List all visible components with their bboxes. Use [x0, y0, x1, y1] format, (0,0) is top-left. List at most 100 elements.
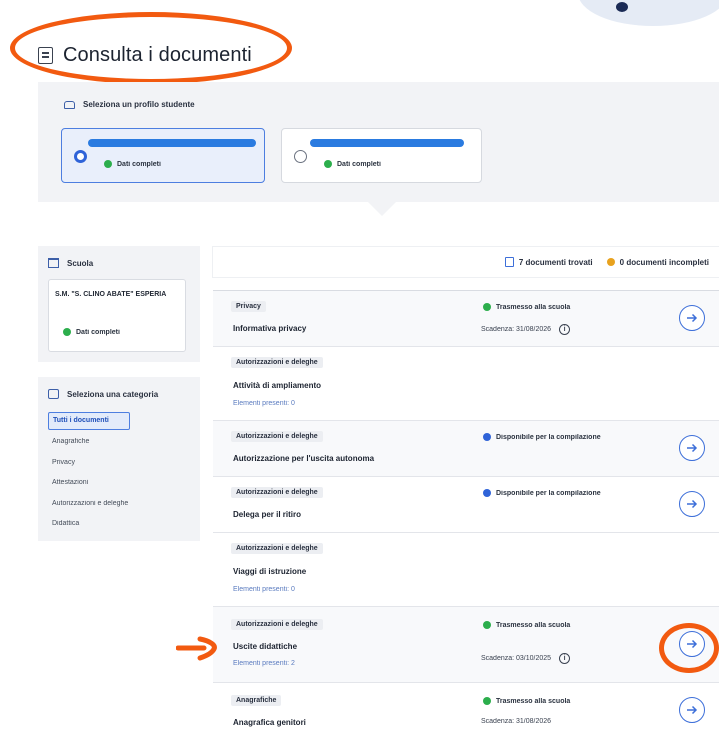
- category-autorizzazioni[interactable]: Autorizzazioni e deleghe: [48, 494, 188, 515]
- document-row: Autorizzazioni e deleghe Uscite didattic…: [213, 606, 719, 682]
- document-title: Autorizzazione per l'uscita autonoma: [233, 454, 375, 463]
- category-list: Tutti i documenti Anagrafiche Privacy At…: [48, 412, 188, 535]
- document-elements-count: Elementi presenti: 0: [233, 586, 295, 593]
- status-available-icon: [483, 489, 491, 497]
- redacted-student-name: [310, 139, 464, 147]
- status-ok-icon: [483, 697, 491, 705]
- document-row: Autorizzazioni e deleghe Attività di amp…: [213, 346, 719, 420]
- document-title: Informativa privacy: [233, 324, 307, 333]
- school-card: S.M. "S. CLINO ABATE" ESPERIA Dati compl…: [48, 279, 186, 352]
- document-category-tag: Autorizzazioni e deleghe: [231, 487, 323, 498]
- arrow-right-icon: [687, 443, 698, 453]
- status-ok-icon: [483, 303, 491, 311]
- arrow-right-icon: [687, 499, 698, 509]
- status-ok-icon: [324, 160, 332, 168]
- document-row: Autorizzazioni e deleghe Autorizzazione …: [213, 420, 719, 476]
- documents-found: 7 documenti trovati: [504, 257, 593, 267]
- top-decoration: [578, 0, 719, 26]
- document-category-tag: Privacy: [231, 301, 266, 312]
- document-status-text: Disponibile per la compilazione: [496, 433, 601, 441]
- document-due-date: Scadenza: 31/08/2026: [481, 718, 551, 725]
- arrow-right-icon: [687, 313, 698, 323]
- student-status: Dati completi: [324, 160, 381, 168]
- arrow-right-icon: [687, 639, 698, 649]
- document-row: Anagrafiche Anagrafica genitori Trasmess…: [213, 682, 719, 735]
- document-icon: [38, 47, 53, 64]
- document-status-text: Trasmesso alla scuola: [496, 303, 571, 311]
- student-status: Dati completi: [104, 160, 161, 168]
- document-row: Autorizzazioni e deleghe Viaggi di istru…: [213, 532, 719, 606]
- document-category-tag: Anagrafiche: [231, 695, 282, 706]
- profile-selector-label: Seleziona un profilo studente: [64, 100, 195, 109]
- category-heading: Seleziona una categoria: [48, 389, 158, 399]
- open-document-button[interactable]: [679, 491, 705, 517]
- document-status: Disponibile per la compilazione: [483, 489, 601, 497]
- status-ok-icon: [63, 328, 71, 336]
- document-title: Delega per il ritiro: [233, 510, 302, 519]
- school-status: Dati completi: [63, 328, 120, 336]
- document-title: Anagrafica genitori: [233, 718, 306, 727]
- documents-summary: 7 documenti trovati 0 documenti incomple…: [213, 247, 719, 277]
- document-due-date: Scadenza: 31/08/2026 i: [481, 324, 571, 335]
- radio-selected[interactable]: [74, 150, 87, 163]
- page-header: Consulta i documenti: [38, 44, 252, 67]
- redacted-student-name: [88, 139, 256, 147]
- document-row: Privacy Informativa privacy Trasmesso al…: [213, 290, 719, 346]
- open-document-button[interactable]: [679, 435, 705, 461]
- due-date-text: Scadenza: 03/10/2025: [481, 655, 552, 662]
- panel-pointer: [368, 202, 396, 216]
- graduation-cap-icon: [64, 100, 75, 109]
- category-anagrafiche[interactable]: Anagrafiche: [48, 432, 188, 453]
- documents-incomplete-text: 0 documenti incompleti: [619, 257, 709, 267]
- info-icon[interactable]: i: [559, 324, 571, 335]
- avatar: [616, 2, 628, 12]
- school-icon: [48, 258, 59, 268]
- document-title: Attività di ampliamento: [233, 381, 322, 390]
- student-profile-card[interactable]: Dati completi: [281, 128, 482, 183]
- info-icon[interactable]: i: [559, 653, 571, 664]
- document-status-text: Disponibile per la compilazione: [496, 489, 601, 497]
- school-heading: Scuola: [48, 258, 93, 268]
- school-name: S.M. "S. CLINO ABATE" ESPERIA: [55, 291, 167, 298]
- document-status: Trasmesso alla scuola: [483, 303, 570, 311]
- open-document-button[interactable]: [679, 697, 705, 723]
- category-attestazioni[interactable]: Attestazioni: [48, 473, 188, 494]
- list-icon: [48, 389, 59, 399]
- document-status: Disponibile per la compilazione: [483, 433, 601, 441]
- documents-found-text: 7 documenti trovati: [518, 257, 593, 267]
- status-ok-icon: [104, 160, 112, 168]
- document-category-tag: Autorizzazioni e deleghe: [231, 619, 323, 630]
- profile-selector-text: Seleziona un profilo studente: [83, 100, 195, 109]
- document-category-tag: Autorizzazioni e deleghe: [231, 431, 323, 442]
- document-row: Autorizzazioni e deleghe Delega per il r…: [213, 476, 719, 532]
- document-title: Uscite didattiche: [233, 642, 298, 651]
- document-list: Privacy Informativa privacy Trasmesso al…: [213, 290, 719, 735]
- page-title: Consulta i documenti: [63, 44, 252, 66]
- radio-unselected[interactable]: [294, 150, 307, 163]
- category-didattica[interactable]: Didattica: [48, 514, 188, 535]
- open-document-button[interactable]: [679, 305, 705, 331]
- student-status-text: Dati completi: [337, 160, 381, 168]
- document-title: Viaggi di istruzione: [233, 567, 307, 576]
- document-category-tag: Autorizzazioni e deleghe: [231, 357, 323, 368]
- category-all-documents[interactable]: Tutti i documenti: [48, 412, 130, 430]
- document-status-text: Trasmesso alla scuola: [496, 697, 571, 705]
- student-profile-card[interactable]: Dati completi: [61, 128, 265, 183]
- document-status: Trasmesso alla scuola: [483, 621, 570, 629]
- document-icon: [504, 257, 514, 267]
- annotation-arrow: [176, 636, 217, 661]
- category-privacy[interactable]: Privacy: [48, 453, 188, 474]
- category-heading-text: Seleziona una categoria: [67, 389, 159, 399]
- due-date-text: Scadenza: 31/08/2026: [481, 718, 552, 725]
- documents-incomplete: 0 documenti incompleti: [606, 257, 709, 267]
- status-available-icon: [483, 433, 491, 441]
- open-document-button[interactable]: [679, 631, 705, 657]
- warning-dot-icon: [606, 258, 615, 266]
- document-status-text: Trasmesso alla scuola: [496, 621, 571, 629]
- document-elements-count: Elementi presenti: 0: [233, 400, 295, 407]
- school-status-text: Dati completi: [76, 328, 120, 336]
- document-category-tag: Autorizzazioni e deleghe: [231, 543, 323, 554]
- due-date-text: Scadenza: 31/08/2026: [481, 326, 552, 333]
- document-due-date: Scadenza: 03/10/2025 i: [481, 653, 571, 664]
- document-elements-count: Elementi presenti: 2: [233, 660, 295, 667]
